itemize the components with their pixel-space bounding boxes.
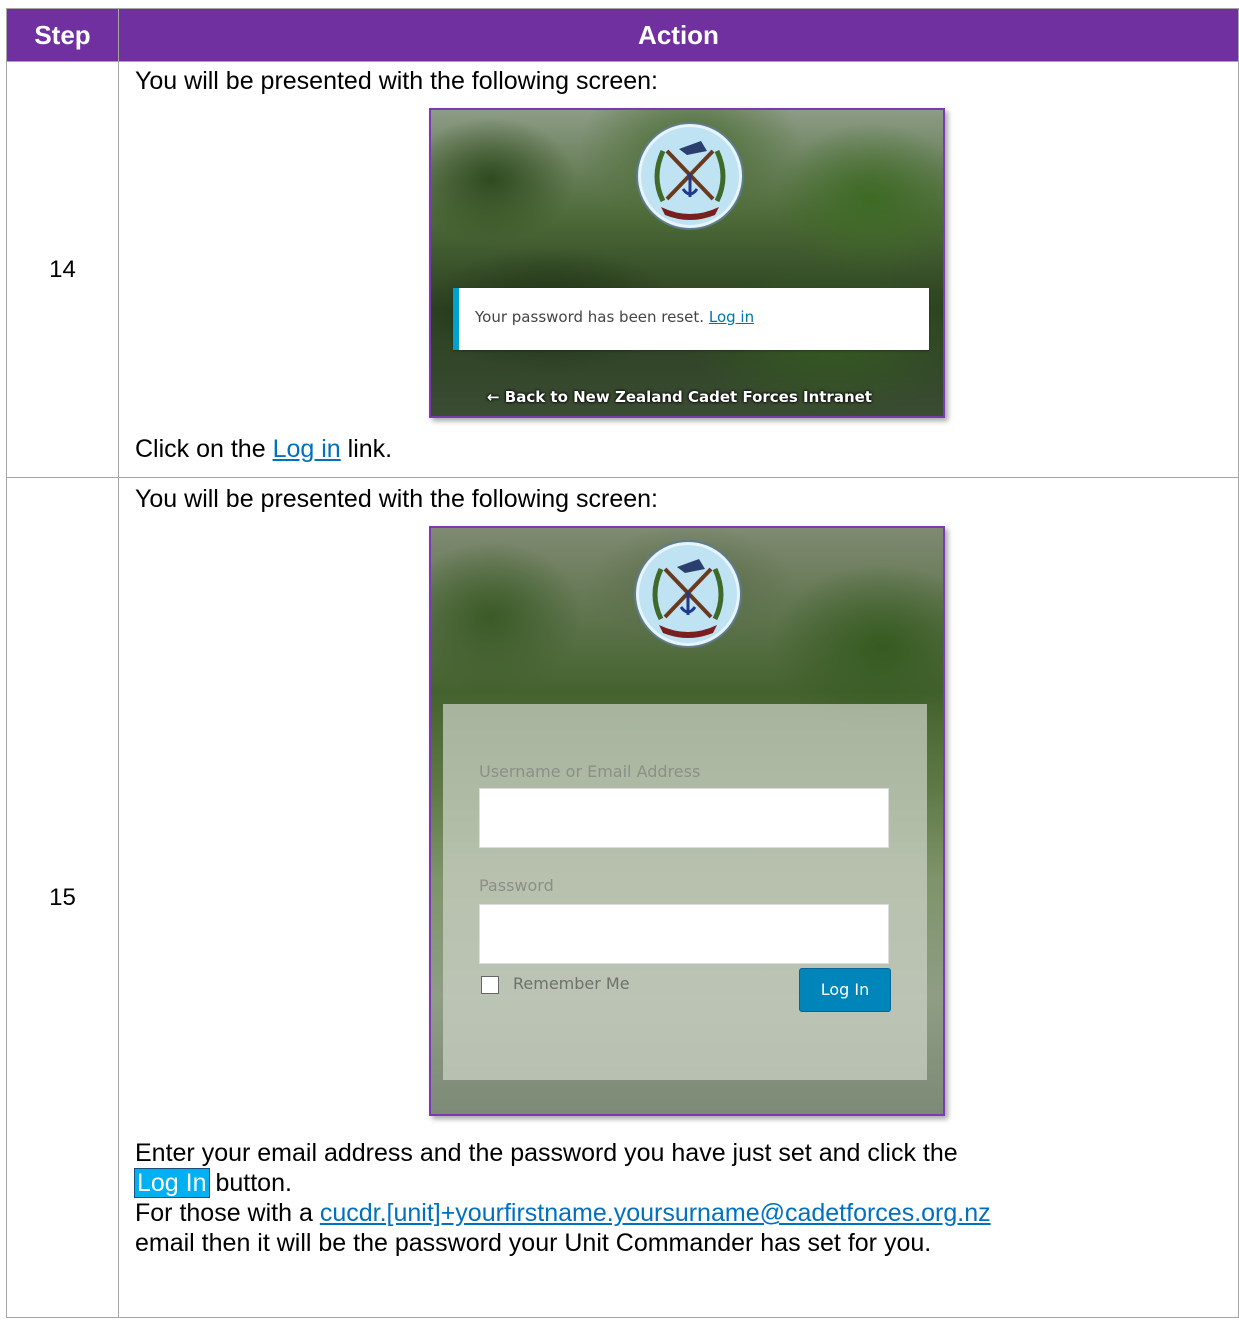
intro-text: You will be presented with the following… — [135, 67, 658, 95]
instruction-login-link[interactable]: Log in — [273, 435, 341, 463]
instruction-text: Enter your email address and the passwor… — [134, 1138, 1238, 1198]
header-step: Step — [6, 8, 119, 62]
login-button-reference: Log In — [134, 1168, 210, 1198]
header-action: Action — [118, 8, 1239, 62]
login-screenshot: Username or Email Address Password Remem… — [429, 526, 945, 1116]
back-to-site-link[interactable]: ← Back to New Zealand Cadet Forces Intra… — [487, 388, 872, 406]
remember-me-checkbox[interactable] — [481, 976, 499, 994]
instruction-suffix: link. — [340, 435, 393, 463]
note-line2: email then it will be the password your … — [135, 1229, 932, 1257]
table-row: 14 You will be presented with the follow… — [6, 61, 1239, 478]
step-number: 15 — [6, 477, 119, 1318]
instruction-prefix: Click on the — [135, 435, 273, 463]
instruction-line2-suffix: button. — [208, 1169, 292, 1197]
login-button[interactable]: Log In — [799, 968, 891, 1012]
cadet-email-link[interactable]: cucdr.[unit]+yourfirstname.yoursurname@c… — [320, 1199, 991, 1227]
reset-notice: Your password has been reset. Log in — [453, 288, 929, 350]
username-input[interactable] — [479, 788, 889, 848]
action-cell: You will be presented with the following… — [118, 477, 1239, 1318]
cadet-forces-emblem-icon — [636, 542, 740, 646]
login-form: Username or Email Address Password Remem… — [443, 704, 927, 1080]
note-prefix: For those with a — [135, 1199, 320, 1227]
reset-confirmation-screenshot: Your password has been reset. Log in ← B… — [429, 108, 945, 418]
remember-me-label: Remember Me — [513, 974, 630, 993]
instruction-text: Click on the Log in link. — [135, 434, 1238, 464]
header-row: Step Action — [6, 8, 1239, 62]
procedure-table: Step Action 14 You will be presented wit… — [6, 8, 1239, 1318]
action-cell: You will be presented with the following… — [118, 61, 1239, 478]
password-input[interactable] — [479, 904, 889, 964]
username-label: Username or Email Address — [479, 762, 701, 781]
password-label: Password — [479, 876, 554, 895]
intro-text: You will be presented with the following… — [135, 485, 658, 513]
notice-text: Your password has been reset. — [475, 308, 705, 326]
step-number: 14 — [6, 61, 119, 478]
table-row: 15 You will be presented with the follow… — [6, 477, 1239, 1318]
cadet-forces-emblem-icon — [638, 124, 742, 228]
email-note: For those with a cucdr.[unit]+yourfirstn… — [135, 1198, 1238, 1258]
notice-login-link[interactable]: Log in — [709, 308, 754, 326]
instruction-line1: Enter your email address and the passwor… — [135, 1139, 958, 1167]
